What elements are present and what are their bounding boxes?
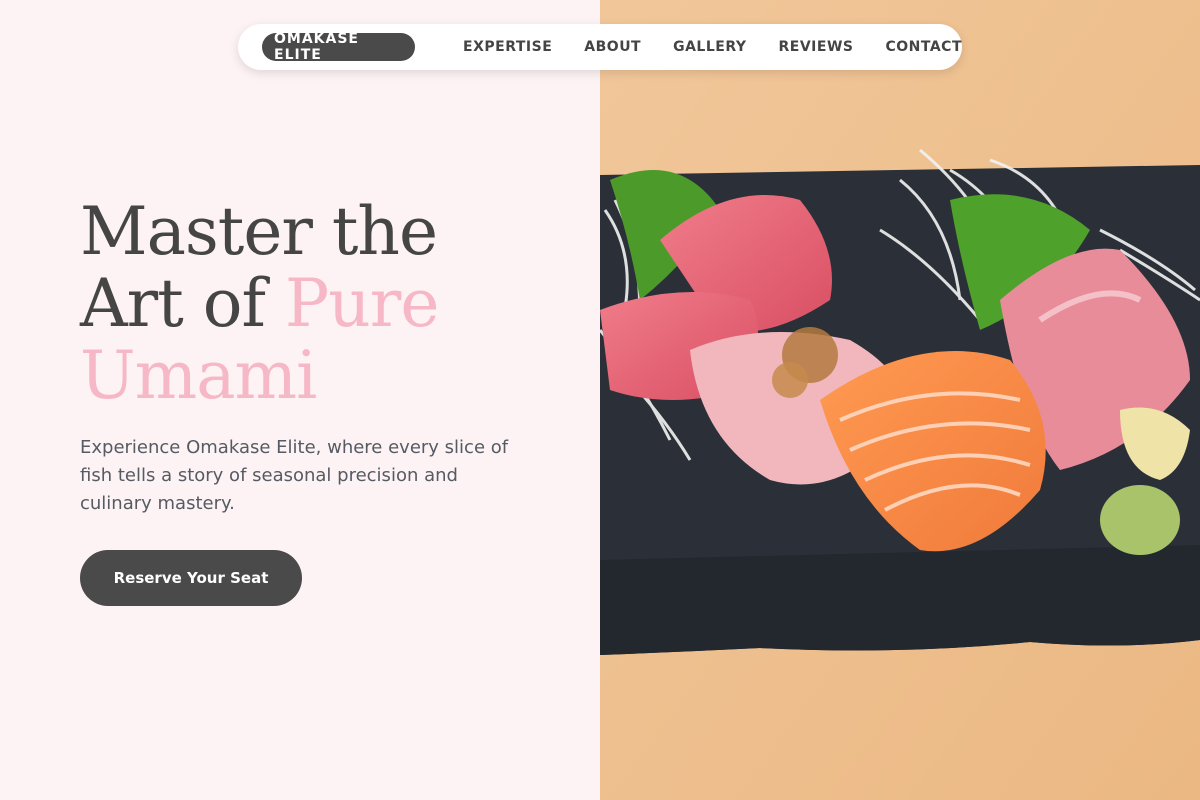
hero-subtext: Experience Omakase Elite, where every sl… <box>80 437 509 514</box>
top-navigation: OMAKASE ELITE EXPERTISE ABOUT GALLERY RE… <box>238 24 962 70</box>
nav-link-expertise[interactable]: EXPERTISE <box>463 39 552 55</box>
nav-links: EXPERTISE ABOUT GALLERY REVIEWS CONTACT <box>463 39 962 55</box>
hero-image <box>600 0 1200 800</box>
nav-link-reviews[interactable]: REVIEWS <box>779 39 854 55</box>
headline-accent-umami: Umami <box>80 337 317 414</box>
headline-line-2: Art of <box>80 265 285 342</box>
headline-line-1: Master the <box>80 193 438 270</box>
hero-panel: Master the Art of Pure Umami Experience … <box>0 0 600 800</box>
hero-headline: Master the Art of Pure Umami <box>80 196 560 412</box>
nav-link-contact[interactable]: CONTACT <box>885 39 962 55</box>
nav-link-gallery[interactable]: GALLERY <box>673 39 746 55</box>
nav-link-about[interactable]: ABOUT <box>584 39 641 55</box>
brand-logo[interactable]: OMAKASE ELITE <box>262 31 416 63</box>
reserve-seat-button[interactable]: Reserve Your Seat <box>80 550 302 606</box>
headline-accent-pure: Pure <box>284 265 440 342</box>
sashimi-photo <box>600 0 1200 800</box>
